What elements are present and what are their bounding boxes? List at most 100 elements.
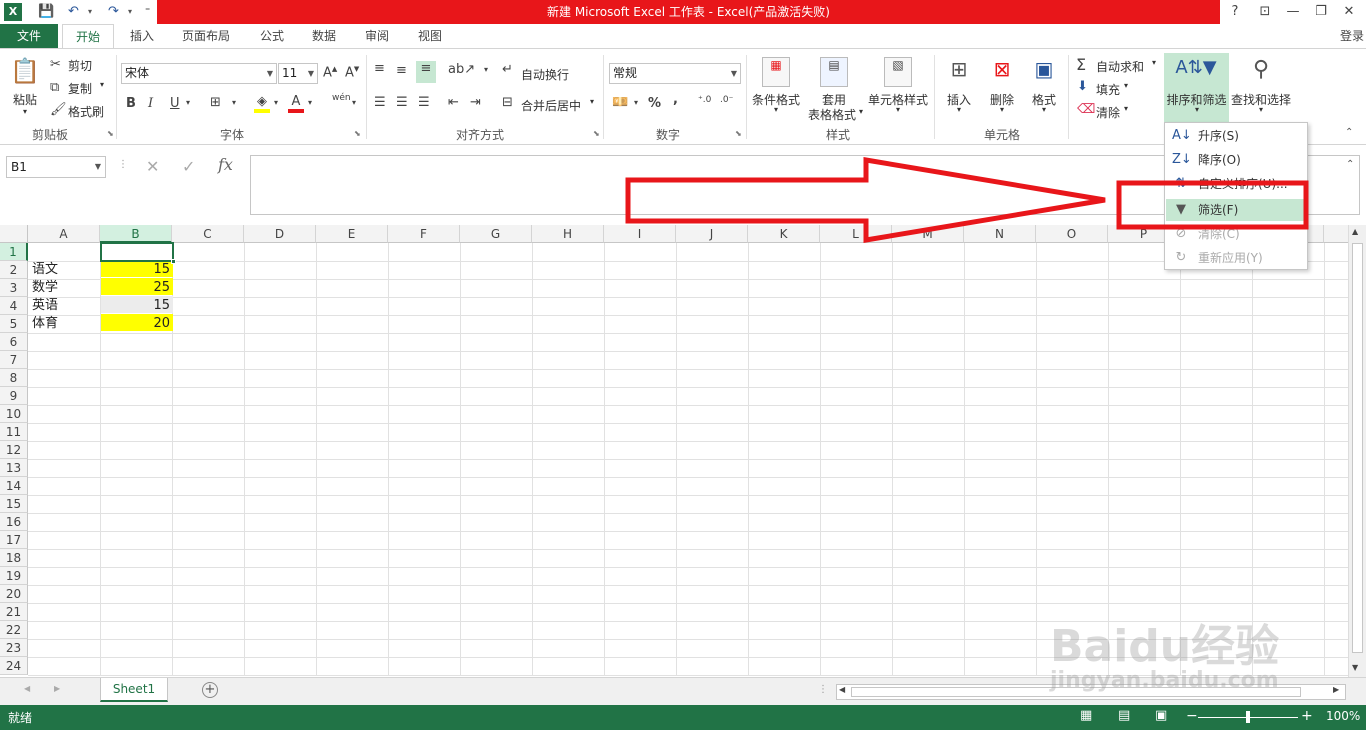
row-header[interactable]: 2 (0, 261, 28, 279)
align-top-icon[interactable]: ≡ (374, 61, 385, 76)
find-select-dropdown-icon[interactable]: ▾ (1255, 105, 1267, 114)
tab-data[interactable]: 数据 (304, 24, 344, 49)
row-header[interactable]: 8 (0, 369, 28, 387)
zoom-out-button[interactable]: − (1186, 708, 1198, 724)
zoom-slider-handle[interactable] (1246, 711, 1250, 723)
column-header[interactable]: H (532, 225, 604, 243)
close-button[interactable]: ✕ (1338, 2, 1360, 22)
copy-dropdown-icon[interactable]: ▾ (100, 80, 104, 89)
tab-review[interactable]: 审阅 (357, 24, 397, 49)
paste-dropdown-icon[interactable]: ▾ (10, 107, 40, 116)
row-header[interactable]: 18 (0, 549, 28, 567)
align-center-icon[interactable]: ☰ (396, 95, 408, 110)
menu-sort-ascending[interactable]: A↓ 升序(S) (1166, 125, 1306, 147)
wrap-text-button[interactable]: 自动换行 (521, 66, 569, 83)
cell-styles-dropdown-icon[interactable]: ▾ (892, 105, 904, 114)
merge-dropdown-icon[interactable]: ▾ (590, 97, 594, 106)
menu-sort-descending[interactable]: Z↓ 降序(O) (1166, 149, 1306, 171)
add-sheet-button[interactable]: + (202, 682, 218, 698)
column-header[interactable]: C (172, 225, 244, 243)
ribbon-display-icon[interactable]: ⊡ (1254, 2, 1276, 22)
insert-dropdown-icon[interactable]: ▾ (953, 105, 965, 114)
row-header[interactable]: 24 (0, 657, 28, 675)
font-color-dropdown-icon[interactable]: ▾ (308, 98, 312, 107)
row-header[interactable]: 17 (0, 531, 28, 549)
fill-dropdown-icon[interactable]: ▾ (1124, 81, 1128, 90)
collapse-formula-icon[interactable]: ⌃ (1346, 159, 1354, 170)
scroll-up-icon[interactable]: ▲ (1352, 227, 1358, 236)
align-right-icon[interactable]: ☰ (418, 95, 430, 110)
row-header[interactable]: 11 (0, 423, 28, 441)
row-header[interactable]: 16 (0, 513, 28, 531)
menu-filter[interactable]: ▼ 筛选(F) (1166, 199, 1306, 221)
paste-button[interactable]: 粘贴 (10, 91, 40, 108)
accounting-icon[interactable]: 💴 (612, 95, 628, 110)
zoom-in-button[interactable]: + (1301, 708, 1313, 724)
redo-icon[interactable]: ↷ (108, 3, 119, 21)
comma-button[interactable]: , (673, 92, 678, 107)
save-icon[interactable]: 💾 (38, 3, 54, 21)
tab-view[interactable]: 视图 (410, 24, 450, 49)
fill-button[interactable]: 填充 (1096, 81, 1120, 98)
undo-dropdown-icon[interactable]: ▾ (88, 3, 92, 21)
paste-icon[interactable]: 📋 (10, 57, 40, 89)
cut-button[interactable]: 剪切 (68, 57, 92, 74)
minimize-button[interactable]: — (1282, 2, 1304, 22)
page-layout-view-icon[interactable]: ▤ (1118, 708, 1134, 724)
cell-b3[interactable]: 25 (101, 279, 173, 297)
fill-color-dropdown-icon[interactable]: ▾ (274, 98, 278, 107)
fill-color-icon[interactable]: ◈ (254, 94, 270, 113)
align-bottom-icon[interactable]: ≡ (416, 61, 436, 83)
page-break-view-icon[interactable]: ▣ (1155, 708, 1171, 724)
autosum-button[interactable]: 自动求和 (1096, 58, 1144, 75)
redo-dropdown-icon[interactable]: ▾ (128, 3, 132, 21)
clear-dropdown-icon[interactable]: ▾ (1124, 104, 1128, 113)
insert-function-button[interactable]: fx (218, 155, 233, 174)
format-cells-icon[interactable]: ▣ (1030, 57, 1058, 87)
scroll-left-icon[interactable]: ◀ (839, 685, 845, 694)
tab-page-layout[interactable]: 页面布局 (174, 24, 238, 49)
cancel-icon[interactable]: ✕ (146, 157, 159, 176)
increase-indent-icon[interactable]: ⇥ (470, 95, 481, 110)
row-header[interactable]: 10 (0, 405, 28, 423)
column-header[interactable]: E (316, 225, 388, 243)
cell-b2[interactable]: 15 (101, 261, 173, 279)
format-painter-button[interactable]: 格式刷 (68, 103, 104, 120)
row-header[interactable]: 15 (0, 495, 28, 513)
format-as-table-dropdown-icon[interactable]: ▾ (857, 107, 865, 116)
column-header[interactable]: I (604, 225, 676, 243)
collapse-ribbon-icon[interactable]: ⌃ (1345, 127, 1353, 138)
undo-icon[interactable]: ↶ (68, 3, 79, 21)
decrease-indent-icon[interactable]: ⇤ (448, 95, 459, 110)
underline-button[interactable]: U (170, 96, 180, 111)
number-format-combo[interactable]: 常规 ▼ (609, 63, 741, 84)
column-header[interactable]: J (676, 225, 748, 243)
menu-custom-sort[interactable]: ⇅ 自定义排序(U)... (1166, 173, 1306, 195)
row-header[interactable]: 12 (0, 441, 28, 459)
column-header[interactable]: G (460, 225, 532, 243)
customize-qat-icon[interactable]: ⁼ (145, 3, 150, 21)
tab-formulas[interactable]: 公式 (252, 24, 292, 49)
insert-cells-icon[interactable]: ⊞ (946, 57, 972, 87)
percent-button[interactable]: % (648, 96, 661, 111)
borders-icon[interactable]: ⊞ (210, 95, 221, 110)
italic-button[interactable]: I (148, 96, 153, 111)
menu-clear-filter[interactable]: ⊘ 清除(C) (1166, 223, 1306, 245)
row-header[interactable]: 21 (0, 603, 28, 621)
tab-insert[interactable]: 插入 (122, 24, 162, 49)
vertical-scrollbar[interactable]: ▲ ▼ (1348, 225, 1366, 677)
normal-view-icon[interactable]: ▦ (1080, 708, 1096, 724)
cell-a3[interactable]: 数学 (29, 279, 101, 297)
row-header[interactable]: 3 (0, 279, 28, 297)
help-button[interactable]: ? (1224, 2, 1246, 22)
phonetic-dropdown-icon[interactable]: ▾ (352, 98, 356, 107)
scroll-down-icon[interactable]: ▼ (1352, 663, 1358, 672)
column-header[interactable]: D (244, 225, 316, 243)
row-header[interactable]: 19 (0, 567, 28, 585)
cell-a4[interactable]: 英语 (29, 297, 101, 315)
row-header[interactable]: 9 (0, 387, 28, 405)
underline-dropdown-icon[interactable]: ▾ (186, 98, 190, 107)
align-left-icon[interactable]: ☰ (374, 95, 386, 110)
phonetic-icon[interactable]: wén (332, 93, 351, 103)
conditional-format-dropdown-icon[interactable]: ▾ (770, 105, 782, 114)
